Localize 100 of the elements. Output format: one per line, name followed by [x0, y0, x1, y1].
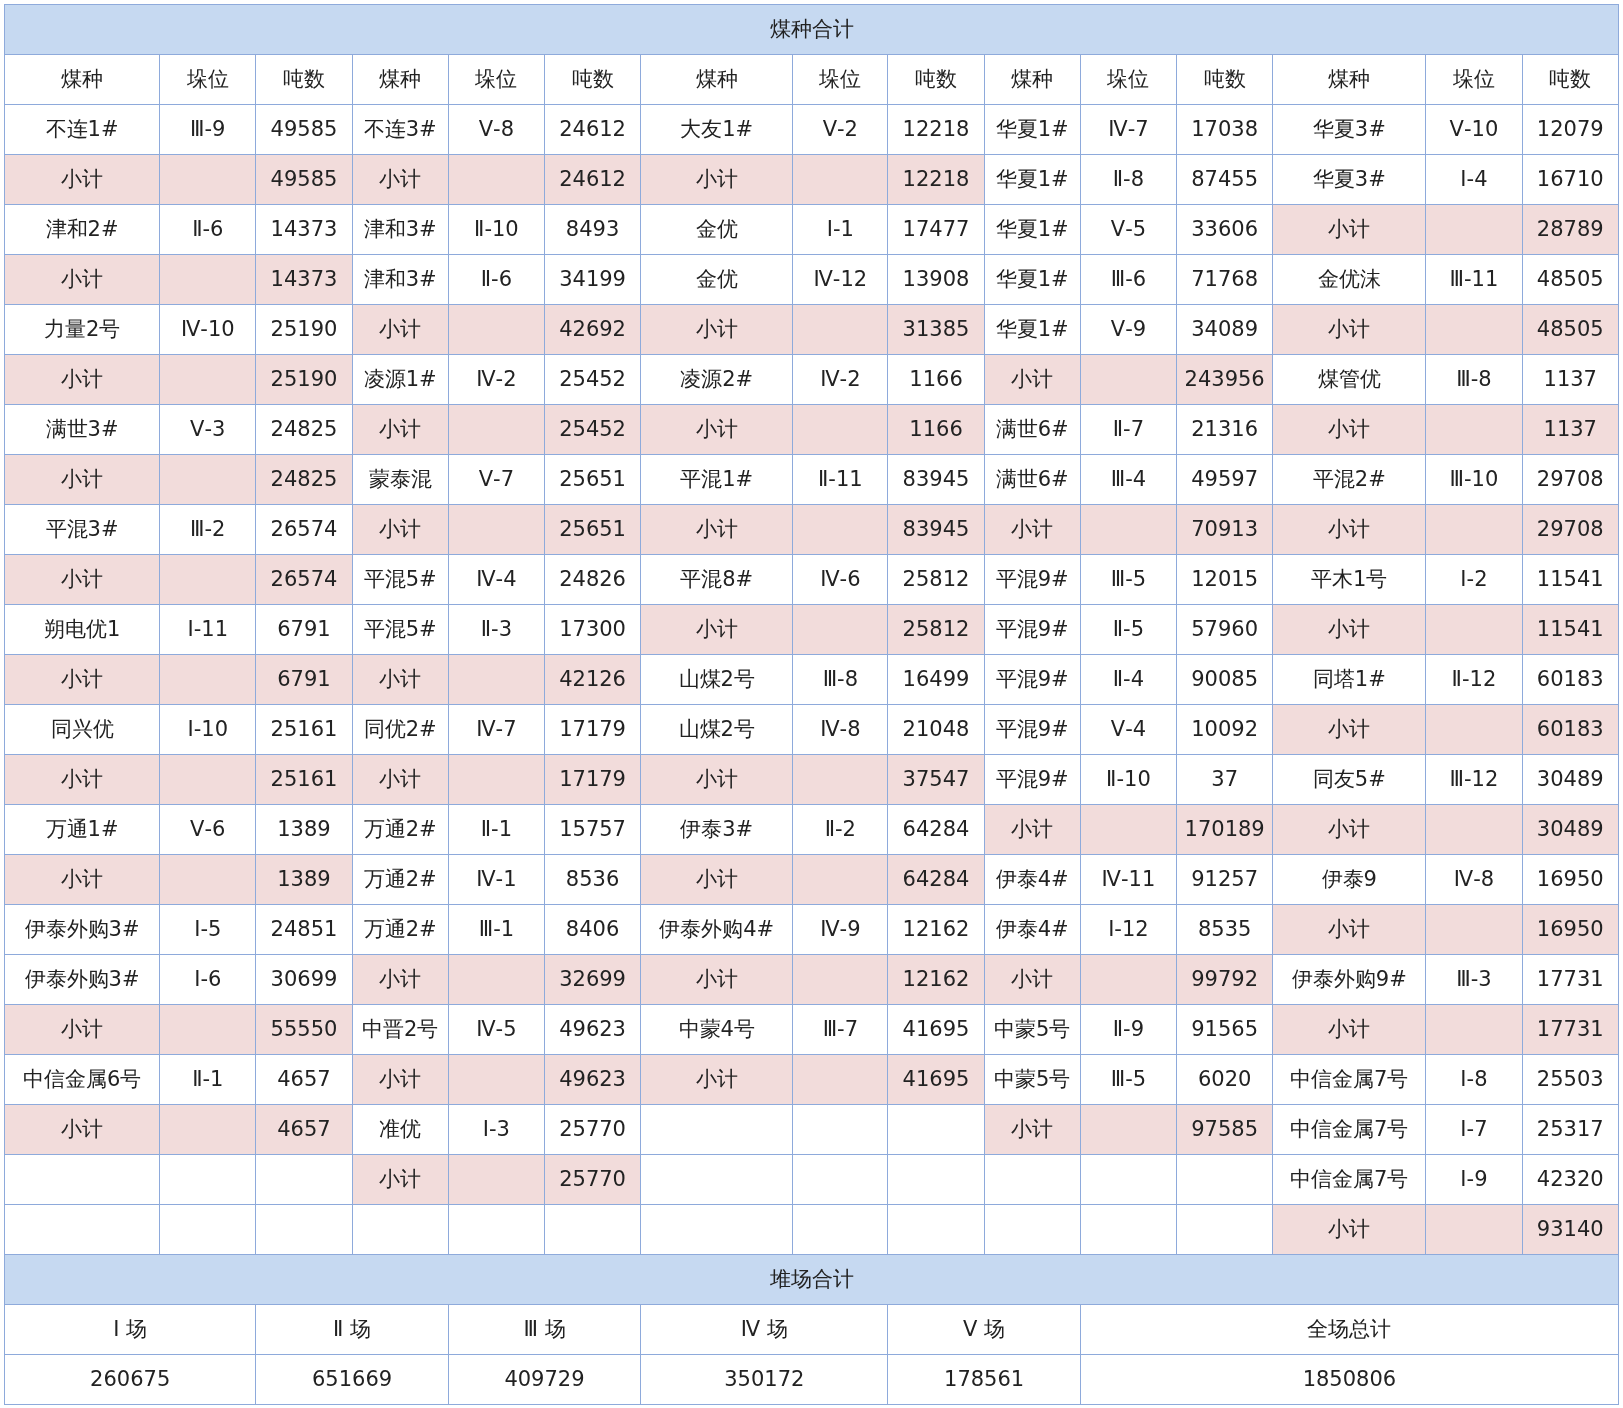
table-cell: 小计: [4, 1104, 160, 1155]
table-cell: Ⅳ-12: [792, 254, 888, 305]
table-cell: 不连3#: [352, 104, 449, 155]
table-cell: 48505: [1522, 304, 1619, 355]
table-cell: 小计: [352, 1154, 449, 1205]
table-cell: 16950: [1522, 854, 1619, 905]
table-cell: Ⅱ-3: [448, 604, 545, 655]
table-cell: 30489: [1522, 804, 1619, 855]
table-cell: 16499: [887, 654, 985, 705]
table-cell: 60183: [1522, 704, 1619, 755]
table-cell: 小计: [640, 1054, 793, 1105]
table-cell: 小计: [640, 954, 793, 1005]
table-cell: 小计: [984, 354, 1081, 405]
table-cell: 平混8#: [640, 554, 793, 605]
table-cell: 山煤2号: [640, 654, 793, 705]
table-cell: 1850806: [1080, 1354, 1619, 1405]
column-header: 垛位: [1080, 54, 1177, 105]
table-cell: Ⅰ-10: [159, 704, 256, 755]
table-cell: 12162: [887, 904, 985, 955]
table-cell: 48505: [1522, 254, 1619, 305]
table-cell: Ⅲ-10: [1425, 454, 1523, 505]
table-cell: 15757: [544, 804, 641, 855]
table-cell: 37: [1176, 754, 1273, 805]
table-cell: 小计: [4, 554, 160, 605]
table-cell: 准优: [352, 1104, 449, 1155]
column-header: 垛位: [792, 54, 888, 105]
table-cell: 25317: [1522, 1104, 1619, 1155]
table-cell: 24612: [544, 154, 641, 205]
table-cell: Ⅴ-10: [1425, 104, 1523, 155]
table-cell: 华夏1#: [984, 154, 1081, 205]
table-cell: Ⅳ-11: [1080, 854, 1177, 905]
table-cell: Ⅱ-2: [792, 804, 888, 855]
table-cell: 42126: [544, 654, 641, 705]
table-cell: 力量2号: [4, 304, 160, 355]
table-cell: 满世6#: [984, 454, 1081, 505]
table-cell: 6791: [255, 654, 353, 705]
table-cell: 12015: [1176, 554, 1273, 605]
table-cell: 11541: [1522, 554, 1619, 605]
table-cell: 25503: [1522, 1054, 1619, 1105]
table-cell: 伊泰外购3#: [4, 904, 160, 955]
table-cell: 伊泰外购4#: [640, 904, 793, 955]
table-cell: 伊泰3#: [640, 804, 793, 855]
table-cell: 平混9#: [984, 704, 1081, 755]
table-cell: 华夏3#: [1272, 104, 1426, 155]
table-cell: 57960: [1176, 604, 1273, 655]
table-cell: 小计: [1272, 804, 1426, 855]
table-cell: 4657: [255, 1104, 353, 1155]
table-cell: 64284: [887, 854, 985, 905]
table-cell: 25161: [255, 704, 353, 755]
table-cell: 中信金属7号: [1272, 1104, 1426, 1155]
table-cell: 小计: [4, 854, 160, 905]
table-cell: 中蒙5号: [984, 1004, 1081, 1055]
table-cell: 华夏1#: [984, 254, 1081, 305]
table-cell: Ⅰ-11: [159, 604, 256, 655]
table-cell: 凌源1#: [352, 354, 449, 405]
table-cell: 金优: [640, 254, 793, 305]
table-cell: 小计: [352, 754, 449, 805]
table-cell: 华夏1#: [984, 204, 1081, 255]
column-header: 垛位: [159, 54, 256, 105]
table-cell: 万通1#: [4, 804, 160, 855]
table-cell: 25452: [544, 354, 641, 405]
table-cell: 平混9#: [984, 754, 1081, 805]
table-cell: 12218: [887, 154, 985, 205]
table-cell: Ⅴ-2: [792, 104, 888, 155]
table-cell: 万通2#: [352, 804, 449, 855]
table-cell: 小计: [4, 1004, 160, 1055]
table-cell: 1137: [1522, 354, 1619, 405]
table-cell: 小计: [1272, 1004, 1426, 1055]
table-cell: 小计: [4, 754, 160, 805]
table-cell: 49623: [544, 1004, 641, 1055]
table-cell: 8406: [544, 904, 641, 955]
column-header: Ⅲ 场: [448, 1304, 641, 1355]
table-cell: 12218: [887, 104, 985, 155]
table-cell: 60183: [1522, 654, 1619, 705]
table-cell: 16950: [1522, 904, 1619, 955]
table-cell: Ⅳ-5: [448, 1004, 545, 1055]
column-header: Ⅱ 场: [255, 1304, 449, 1355]
column-header: 煤种: [984, 54, 1081, 105]
column-header: 吨数: [887, 54, 985, 105]
table-cell: 伊泰外购9#: [1272, 954, 1426, 1005]
table-cell: 6020: [1176, 1054, 1273, 1105]
column-header: 全场总计: [1080, 1304, 1619, 1355]
table-cell: 8493: [544, 204, 641, 255]
column-header: 吨数: [255, 54, 353, 105]
table-cell: 平木1号: [1272, 554, 1426, 605]
table-cell: 朔电优1: [4, 604, 160, 655]
table-cell: 小计: [984, 804, 1081, 855]
table-cell: 小计: [352, 154, 449, 205]
table-cell: 21048: [887, 704, 985, 755]
table-cell: Ⅲ-9: [159, 104, 256, 155]
column-header: Ⅳ 场: [640, 1304, 888, 1355]
table-cell: 小计: [640, 504, 793, 555]
table-cell: 平混9#: [984, 654, 1081, 705]
table-cell: 97585: [1176, 1104, 1273, 1155]
table-cell: Ⅳ-2: [792, 354, 888, 405]
table-cell: 28789: [1522, 204, 1619, 255]
table-cell: Ⅱ-6: [448, 254, 545, 305]
table-cell: 71768: [1176, 254, 1273, 305]
table-cell: 93140: [1522, 1204, 1619, 1255]
table-cell: 小计: [640, 754, 793, 805]
